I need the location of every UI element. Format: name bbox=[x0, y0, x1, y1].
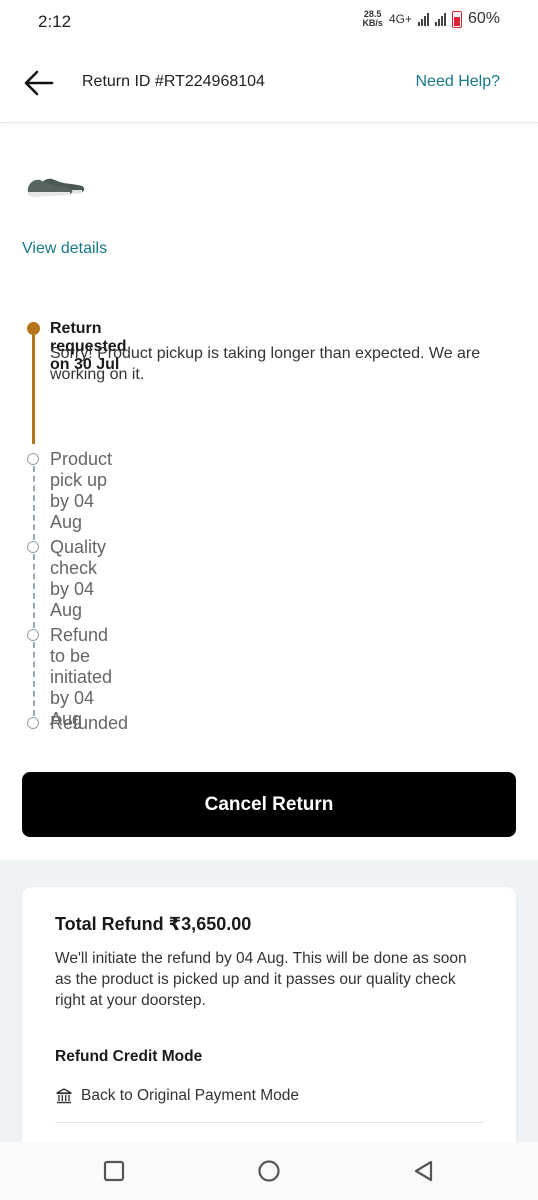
step-pending-dot bbox=[27, 717, 39, 729]
status-time: 2:12 bbox=[38, 12, 72, 31]
back-button[interactable] bbox=[22, 66, 56, 100]
refund-total: Total Refund ₹3,650.00 bbox=[55, 914, 252, 934]
timeline-progress-line bbox=[32, 334, 35, 444]
step-done-dot bbox=[27, 322, 40, 335]
square-icon bbox=[103, 1160, 125, 1182]
status-indicators: 28.5 KB/s 4G+ 60% bbox=[362, 10, 500, 28]
signal-icon bbox=[434, 12, 446, 26]
shoe-icon bbox=[27, 178, 85, 197]
need-help-link[interactable]: Need Help? bbox=[416, 73, 501, 91]
cancel-return-button[interactable]: Cancel Return bbox=[22, 772, 516, 837]
timeline-pending-line bbox=[33, 554, 35, 628]
timeline-pending-line bbox=[33, 642, 35, 716]
refund-description: We'll initiate the refund by 04 Aug. Thi… bbox=[55, 950, 467, 1009]
bank-icon bbox=[56, 1088, 72, 1104]
step-title: Quality check by 04 Aug bbox=[50, 537, 107, 620]
refund-mode-row: Back to Original Payment Mode bbox=[55, 1087, 299, 1105]
step-description: Sorry! Product pickup is taking longer t… bbox=[50, 345, 481, 383]
header: Return ID #RT224968104 Need Help? bbox=[0, 44, 538, 123]
system-nav-bar bbox=[0, 1142, 538, 1200]
status-bar: 2:12 28.5 KB/s 4G+ 60% bbox=[0, 0, 538, 44]
timeline-pending-line bbox=[33, 466, 35, 540]
divider bbox=[55, 1122, 483, 1123]
network-speed-unit: KB/s bbox=[362, 18, 383, 28]
step-pending-dot bbox=[27, 541, 39, 553]
return-id-title: Return ID #RT224968104 bbox=[82, 73, 265, 90]
refund-card: Total Refund ₹3,650.00 We'll initiate th… bbox=[22, 887, 516, 1157]
network-speed: 28.5 KB/s bbox=[362, 10, 383, 28]
signal-icon bbox=[417, 12, 429, 26]
step-title: Product pick up by 04 Aug bbox=[50, 449, 113, 532]
network-type: 4G+ bbox=[388, 12, 412, 26]
circle-icon bbox=[258, 1160, 280, 1182]
system-back-button[interactable] bbox=[412, 1159, 436, 1183]
home-button[interactable] bbox=[257, 1159, 281, 1183]
refund-mode-value: Back to Original Payment Mode bbox=[81, 1087, 299, 1104]
battery-icon bbox=[451, 10, 462, 28]
step-title: Refunded bbox=[50, 713, 129, 733]
step-pending-dot bbox=[27, 453, 39, 465]
refund-mode-label: Refund Credit Mode bbox=[55, 1048, 203, 1065]
arrow-left-icon bbox=[24, 70, 54, 96]
recents-button[interactable] bbox=[102, 1159, 126, 1183]
battery-percent: 60% bbox=[467, 10, 500, 27]
triangle-back-icon bbox=[414, 1160, 433, 1182]
view-details-link[interactable]: View details bbox=[22, 240, 107, 258]
step-pending-dot bbox=[27, 629, 39, 641]
product-thumbnail[interactable] bbox=[26, 160, 88, 206]
